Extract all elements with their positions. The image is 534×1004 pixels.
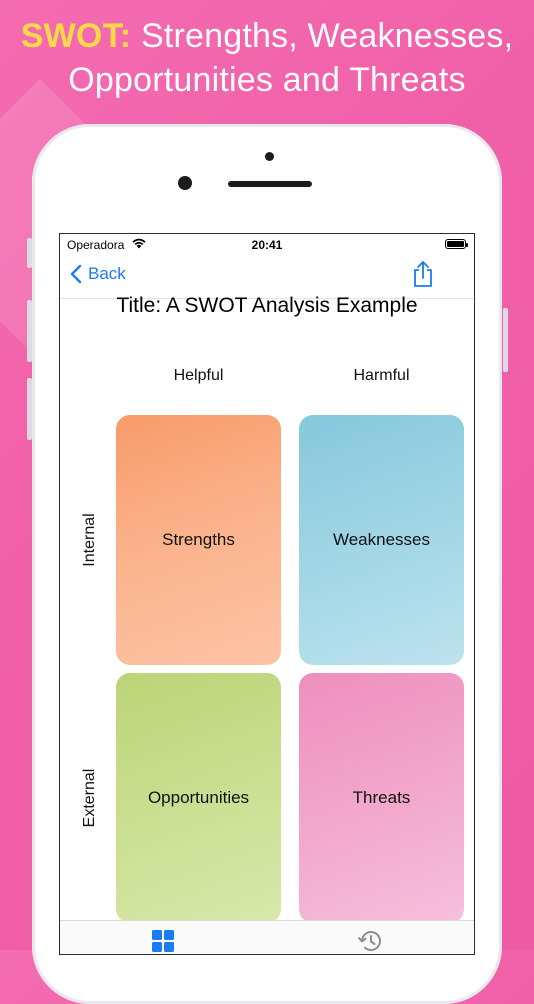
headline-accent: SWOT: [20,17,132,55]
page-title: Title: A SWOT Analysis Example [116,294,418,317]
app-screen: Operadora 20:41 Back Title: A SWOT Analy… [59,233,475,955]
back-label: Back [88,264,126,283]
clock: 20:41 [251,238,283,252]
headline-line1: Strengths, Weaknesses, [140,17,514,55]
volume-down-button [27,378,32,440]
weaknesses-card[interactable]: Weaknesses [299,415,464,665]
battery-icon [445,239,468,249]
column-label-harmful: Harmful [353,367,410,384]
chevron-left-icon [70,264,82,284]
promo-headline: SWOT: Strengths, Weaknesses, Opportuniti… [0,14,534,102]
front-camera [178,176,192,190]
mute-button [27,238,32,268]
row-label-external: External [81,768,98,828]
history-icon[interactable] [357,928,383,954]
status-bar: Operadora 20:41 [60,234,474,256]
opportunities-label: Opportunities [147,788,250,807]
sensor-dot [265,152,274,161]
earpiece-speaker [228,181,312,187]
strengths-card[interactable]: Strengths [116,415,281,665]
grid-icon[interactable] [152,930,174,952]
column-label-helpful: Helpful [173,367,224,384]
weaknesses-label: Weaknesses [332,530,430,549]
strengths-label: Strengths [162,530,235,549]
volume-up-button [27,300,32,362]
back-button[interactable]: Back [70,264,126,284]
threats-card[interactable]: Threats [299,673,464,923]
row-label-internal: Internal [81,513,98,567]
power-button [503,308,508,372]
opportunities-card[interactable]: Opportunities [116,673,281,923]
share-icon[interactable] [412,260,434,288]
navigation-bar: Back [60,256,474,299]
headline-line2: Opportunities and Threats [68,61,466,99]
threats-label: Threats [352,788,411,807]
